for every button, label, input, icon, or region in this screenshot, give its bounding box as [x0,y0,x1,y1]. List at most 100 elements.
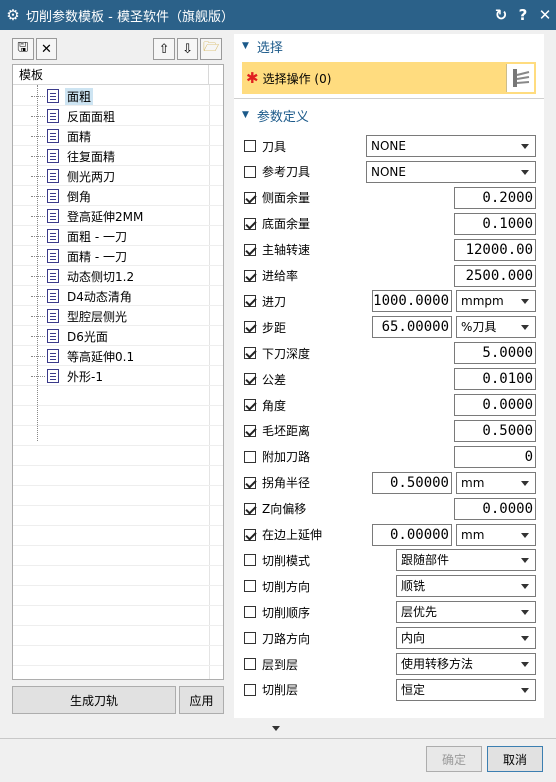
param-checkbox[interactable] [244,683,256,696]
param-option-dropdown[interactable]: 恒定 [396,678,536,701]
close-icon[interactable]: ✕ [534,6,556,24]
open-folder-icon[interactable]: 🗁 [200,38,223,60]
param-checkbox[interactable] [244,295,256,308]
row-line [13,425,223,426]
row-line [13,545,223,546]
param-value-input[interactable]: 1000.0000 [372,290,452,313]
tree-item[interactable]: 反面面粗 [31,106,117,126]
param-checkbox[interactable] [244,399,256,411]
param-unit-dropdown[interactable]: mmpm [456,290,536,313]
document-icon [47,269,59,283]
param-label: 在边上延伸 [262,528,323,542]
param-checkbox[interactable] [244,658,256,670]
row-line [13,265,223,266]
row-line [13,445,223,446]
param-checkbox[interactable] [244,269,256,282]
param-option-dropdown[interactable]: 层优先 [396,601,536,624]
generate-toolpath-button[interactable]: 生成刀轨 [12,686,176,714]
param-checkbox[interactable] [244,373,256,386]
tree-item[interactable]: 外形-1 [31,366,105,386]
param-value-input[interactable]: 12000.00 [454,238,536,261]
param-unit-dropdown[interactable]: %刀具 [456,316,536,339]
select-operation-bar[interactable]: ✱ 选择操作 (0) [242,62,536,94]
tree-connector [31,155,45,157]
param-unit-dropdown[interactable]: mm [456,471,536,494]
tree-item[interactable]: 往复面精 [31,146,117,166]
param-value-input[interactable]: 0.50000 [372,471,452,494]
param-checkbox[interactable] [244,217,256,230]
tree-item[interactable]: 侧光两刀 [31,166,117,186]
param-option-dropdown[interactable]: 内向 [396,627,536,650]
tree-item-label: 面粗 [65,87,94,105]
param-checkbox[interactable] [244,476,256,489]
param-value-input[interactable]: 2500.000 [454,264,536,287]
delete-icon[interactable]: ✕ [35,38,58,60]
param-checkbox[interactable] [244,191,256,204]
param-checkbox[interactable] [244,554,256,567]
tree-item[interactable]: D6光面 [31,326,110,346]
param-checkbox[interactable] [244,243,256,256]
template-tree[interactable]: 模板 面粗 反面面粗 面精 往复面精 侧光两刀 倒角 登高延伸2MM 面粗 - 一刀 面精 - … [12,64,224,680]
move-up-icon[interactable]: ⇧ [153,38,175,60]
param-value-input[interactable]: 0.2000 [454,186,536,209]
tree-item[interactable]: 面精 [31,126,93,146]
param-value-input[interactable]: 0.5000 [454,419,536,442]
tree-connector [31,135,45,137]
tree-item[interactable]: 面粗 - 一刀 [31,226,129,246]
param-checkbox[interactable] [244,424,256,437]
param-checkbox[interactable] [244,140,256,152]
param-checkbox[interactable] [244,502,256,515]
document-icon [47,109,59,123]
param-value-input[interactable]: 0.0100 [454,368,536,391]
reset-icon[interactable]: ↻ [490,6,512,24]
param-value-input[interactable]: 0.0000 [454,394,536,416]
param-checkbox[interactable] [244,450,256,463]
param-value-input[interactable]: 0.00000 [372,523,452,546]
param-checkbox[interactable] [244,632,256,645]
tree-item[interactable]: 登高延伸2MM [31,206,145,226]
param-unit-dropdown[interactable]: mm [456,523,536,546]
row-line [13,465,223,466]
param-value-input[interactable]: 0.1000 [454,212,536,235]
param-checkbox[interactable] [244,347,256,360]
select-section-header[interactable]: ▼ 选择 [234,34,544,58]
param-checkbox[interactable] [244,606,256,619]
param-checkbox[interactable] [244,580,256,593]
param-checkbox[interactable] [244,165,256,178]
row-line [13,225,223,226]
param-dropdown[interactable]: NONE [366,160,536,183]
expand-arrow-icon[interactable] [272,724,282,734]
param-value-input[interactable]: 65.00000 [372,316,452,339]
tree-item-label: 型腔层侧光 [67,309,128,324]
param-value-input[interactable]: 0.0000 [454,497,536,520]
operation-select-icon[interactable] [506,64,534,92]
tree-item[interactable]: 面精 - 一刀 [31,246,129,266]
tree-item[interactable]: 动态侧切1.2 [31,266,136,286]
param-section-header[interactable]: ▼ 参数定义 [234,103,544,127]
tree-item[interactable]: 型腔层侧光 [31,306,129,326]
tree-item[interactable]: 倒角 [31,186,93,206]
param-label: Z向偏移 [262,502,307,517]
move-down-icon[interactable]: ⇩ [176,38,199,60]
tree-item[interactable]: D4动态清角 [31,286,134,306]
ok-button[interactable]: 确定 [426,746,482,772]
param-value-input[interactable]: 0 [454,445,536,468]
gear-icon[interactable]: ⚙ [0,6,26,24]
help-icon[interactable]: ? [512,6,534,24]
tree-item[interactable]: 等高延伸0.1 [31,346,136,366]
cancel-button[interactable]: 取消 [487,746,543,772]
param-option-dropdown[interactable]: 使用转移方法 [396,653,536,675]
param-checkbox[interactable] [244,321,256,334]
apply-button[interactable]: 应用 [179,686,224,714]
param-dropdown[interactable]: NONE [366,135,536,157]
tree-connector [31,215,45,217]
tree-item[interactable]: 面粗 [31,86,94,106]
param-option-dropdown[interactable]: 跟随部件 [396,549,536,572]
tree-connector [31,335,45,337]
param-value-input[interactable]: 5.0000 [454,342,536,365]
param-option-dropdown[interactable]: 顺铣 [396,575,536,598]
param-label: 切削顺序 [262,605,311,620]
save-icon[interactable]: 🖫 [12,38,34,60]
tree-item-label: 面粗 - 一刀 [67,229,127,244]
param-checkbox[interactable] [244,528,256,541]
